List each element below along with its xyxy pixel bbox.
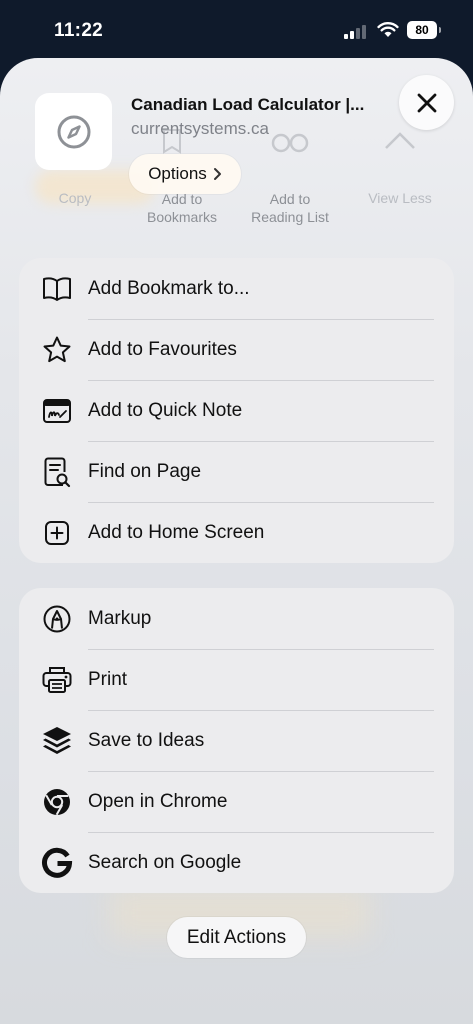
actions-group-primary: Add Bookmark to... Add to Favourites Add… [19,258,454,563]
glasses-ghost-icon [271,133,309,153]
action-add-favourites[interactable]: Add to Favourites [19,319,454,380]
site-favicon [35,93,112,170]
compass-icon [57,115,90,148]
actions-group-secondary: Markup Print Save to Ideas Open in Chrom… [19,588,454,893]
edit-actions-button[interactable]: Edit Actions [167,917,306,958]
action-label: Find on Page [88,460,202,482]
bookmarks-ghost-label: Add to Bookmarks [146,191,218,225]
share-sheet: Copy Add to Bookmarks Add to Reading Lis… [0,58,473,1024]
close-icon [417,93,436,112]
action-label: Save to Ideas [88,729,205,751]
action-quick-note[interactable]: Add to Quick Note [19,380,454,441]
page-title: Canadian Load Calculator |... [131,95,365,114]
action-find-on-page[interactable]: Find on Page [19,441,454,502]
markup-pen-icon [41,603,73,635]
action-label: Markup [88,607,152,629]
star-icon [41,334,73,366]
status-time: 11:22 [54,20,104,41]
printer-icon [41,664,73,696]
page-url: currentsystems.ca [131,119,269,138]
action-label: Add to Quick Note [88,399,243,421]
action-label: Open in Chrome [88,790,228,812]
quick-note-icon [41,395,73,427]
chevron-up-ghost-icon [385,132,415,149]
close-button[interactable] [399,75,454,130]
action-label: Print [88,668,128,690]
action-label: Search on Google [88,851,242,873]
options-label: Options [148,164,207,183]
cellular-signal-icon [344,23,370,39]
action-add-home-screen[interactable]: Add to Home Screen [19,502,454,563]
copy-ghost-label: Copy [58,190,92,206]
action-save-to-ideas[interactable]: Save to Ideas [19,710,454,771]
view-less-ghost-label: View Less [368,190,432,206]
action-markup[interactable]: Markup [19,588,454,649]
action-print[interactable]: Print [19,649,454,710]
action-label: Add to Favourites [88,338,237,360]
action-open-in-chrome[interactable]: Open in Chrome [19,771,454,832]
action-label: Add Bookmark to... [88,277,250,299]
book-icon [41,273,73,305]
action-search-on-google[interactable]: Search on Google [19,832,454,893]
reading-list-ghost-label: Add to Reading List [251,191,329,225]
wifi-icon [377,22,399,37]
plus-square-icon [41,517,73,549]
battery-icon: 80 [407,21,441,39]
chevron-right-icon [213,168,221,180]
find-on-page-icon [41,456,73,488]
layers-icon [41,725,73,757]
action-add-bookmark[interactable]: Add Bookmark to... [19,258,454,319]
google-icon [41,847,73,879]
chrome-icon [41,786,73,818]
options-button[interactable]: Options [129,154,241,194]
action-label: Add to Home Screen [88,521,265,543]
status-bar: 11:22 80 [0,0,473,60]
